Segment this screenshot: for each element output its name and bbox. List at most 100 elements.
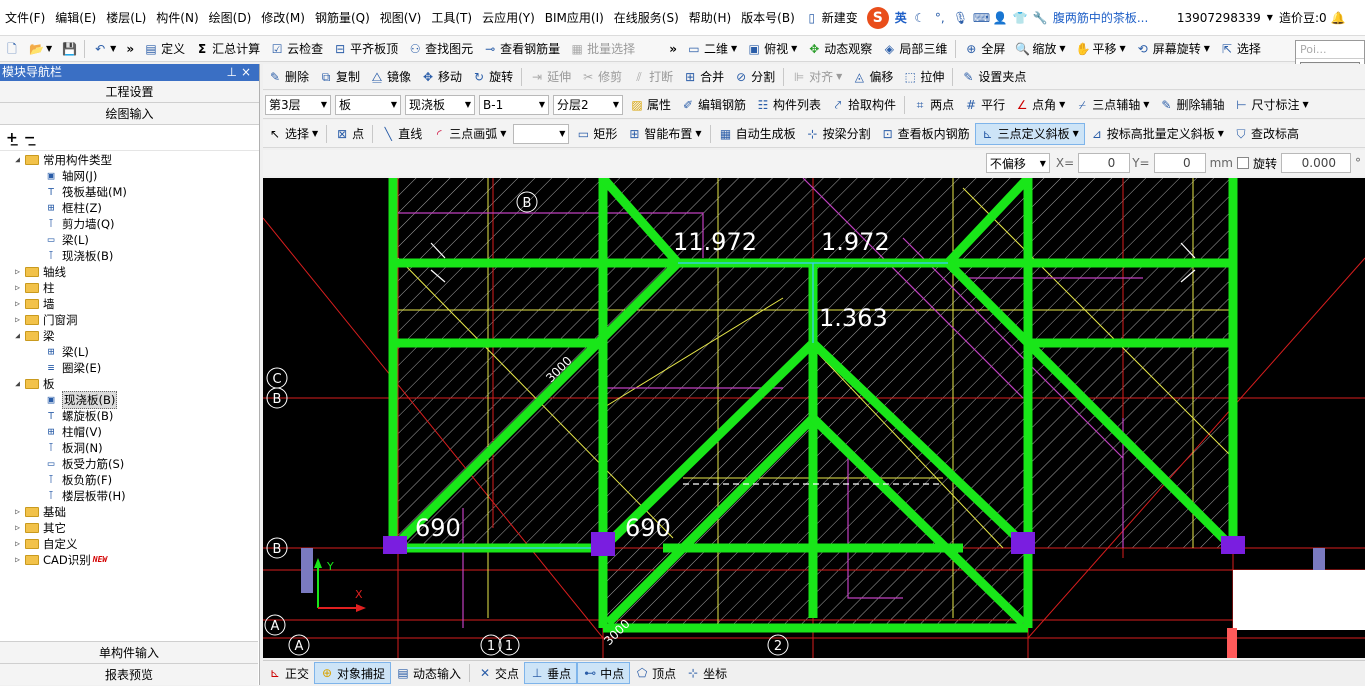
- line-draw-button[interactable]: ╲ 直线: [376, 123, 427, 145]
- ime-lang[interactable]: 英: [895, 9, 907, 26]
- menu-online[interactable]: 在线服务(S): [609, 0, 684, 35]
- edit-elevation-button[interactable]: ⛉ 查改标高: [1229, 123, 1304, 145]
- tree-item[interactable]: ⊤ 筏板基础(M): [44, 184, 127, 200]
- collapsed-arrow-icon[interactable]: ▷: [12, 264, 23, 280]
- view-rebar-qty-button[interactable]: ⊸ 查看钢筋量: [478, 38, 565, 60]
- save-button[interactable]: 💾: [57, 38, 81, 60]
- tree-item[interactable]: ⊺ 楼层板带(H): [44, 488, 126, 504]
- tree-item[interactable]: ⊤ 螺旋板(B): [44, 408, 114, 424]
- dynamic-observe-button[interactable]: ✥ 动态观察: [802, 38, 877, 60]
- vertex-snap[interactable]: ⬠ 顶点: [630, 662, 681, 684]
- shirt-icon[interactable]: 👕: [1013, 11, 1028, 25]
- two-point-axis-button[interactable]: ⌗ 两点: [908, 94, 959, 116]
- menu-edit[interactable]: 编辑(E): [50, 0, 101, 35]
- split-by-beam-button[interactable]: ⊹ 按梁分割: [801, 123, 876, 145]
- mirror-button[interactable]: ⧋ 镜像: [365, 66, 416, 88]
- set-grip-button[interactable]: ✎ 设置夹点: [956, 66, 1031, 88]
- cloud-check-button[interactable]: ☑ 云检查: [265, 38, 328, 60]
- overflow-chevron[interactable]: »: [121, 38, 139, 60]
- align-button[interactable]: ⊫ 对齐 ▼: [787, 66, 847, 88]
- pan-button[interactable]: ✋ 平移 ▼: [1071, 38, 1131, 60]
- fullscreen-button[interactable]: ⊕ 全屏: [959, 38, 1010, 60]
- drawing-canvas[interactable]: 11.972 1.972 1.363 690 690 3000 3000 B C…: [263, 178, 1365, 658]
- punct-icon[interactable]: °,: [933, 11, 947, 25]
- expanded-arrow-icon[interactable]: ◢: [12, 376, 23, 392]
- tree-item[interactable]: ▣ 轴网(J): [44, 168, 98, 184]
- align-slab-top-button[interactable]: ⊟ 平齐板顶: [328, 38, 403, 60]
- rotate-button[interactable]: ↻ 旋转: [467, 66, 518, 88]
- perpendicular-snap[interactable]: ⊥ 垂点: [524, 662, 578, 684]
- popup-input[interactable]: Poi...: [1296, 41, 1364, 59]
- arc-draw-button[interactable]: ◜ 三点画弧 ▼: [427, 123, 511, 145]
- mic-icon[interactable]: 🎙: [953, 11, 968, 25]
- tree-item[interactable]: ⊞ 框柱(Z): [44, 200, 102, 216]
- zoom-button[interactable]: 🔍 缩放 ▼: [1010, 38, 1070, 60]
- new-change-button[interactable]: ▯ 新建变: [800, 7, 863, 29]
- tree-folder[interactable]: ▷ 柱: [12, 280, 54, 296]
- open-file-button[interactable]: 📂 ▼: [24, 38, 57, 60]
- point-draw-button[interactable]: ⊠ 点: [330, 123, 369, 145]
- notice-text[interactable]: 腹两筋中的茶板...: [1053, 9, 1163, 26]
- collapsed-arrow-icon[interactable]: ▷: [12, 312, 23, 328]
- moon-icon[interactable]: ☾: [913, 11, 927, 25]
- batch-slope-button[interactable]: ⊿ 按标高批量定义斜板 ▼: [1085, 123, 1229, 145]
- extend-button[interactable]: ⇥ 延伸: [525, 66, 576, 88]
- tree-item[interactable]: ⊺ 板洞(N): [44, 440, 102, 456]
- expanded-arrow-icon[interactable]: ◢: [12, 328, 23, 344]
- bell-icon[interactable]: 🔔: [1331, 11, 1346, 25]
- collapsed-arrow-icon[interactable]: ▷: [12, 520, 23, 536]
- project-settings-button[interactable]: 工程设置: [0, 81, 259, 103]
- menu-bim[interactable]: BIM应用(I): [540, 0, 609, 35]
- edit-rebar-button[interactable]: ✐ 编辑钢筋: [676, 94, 751, 116]
- collapsed-arrow-icon[interactable]: ▷: [12, 536, 23, 552]
- new-file-button[interactable]: 🗋: [0, 38, 24, 60]
- screen-rotate-button[interactable]: ⟲ 屏幕旋转 ▼: [1131, 38, 1215, 60]
- tree-folder[interactable]: ▷ 其它: [12, 520, 66, 536]
- sogou-icon[interactable]: S: [866, 6, 889, 29]
- tree-item[interactable]: ⊺ 板负筋(F): [44, 472, 112, 488]
- tree-item[interactable]: ▭ 梁(L): [44, 232, 89, 248]
- tree-item[interactable]: ⊞ 梁(L): [44, 344, 89, 360]
- tree-item[interactable]: ⊞ 柱帽(V): [44, 424, 102, 440]
- offset-select[interactable]: 不偏移 ▼: [985, 153, 1050, 173]
- collapsed-arrow-icon[interactable]: ▷: [12, 280, 23, 296]
- find-element-button[interactable]: ⚇ 查找图元: [403, 38, 478, 60]
- smart-layout-button[interactable]: ⊞ 智能布置 ▼: [622, 123, 706, 145]
- floor-select[interactable]: 第3层 ▼: [265, 94, 331, 115]
- define-button[interactable]: ▤ 定义: [139, 38, 190, 60]
- collapsed-arrow-icon[interactable]: ▷: [12, 504, 23, 520]
- properties-button[interactable]: ▨ 属性: [625, 94, 676, 116]
- tree-item[interactable]: ⊺ 剪力墙(Q): [44, 216, 114, 232]
- dynamic-input-toggle[interactable]: ▤ 动态输入: [391, 662, 466, 684]
- menu-component[interactable]: 构件(N): [151, 0, 203, 35]
- split-button[interactable]: ⊘ 分割: [729, 66, 780, 88]
- tree-folder[interactable]: ◢ 板: [12, 376, 54, 392]
- menu-version[interactable]: 版本号(B): [736, 0, 800, 35]
- coordinate-snap[interactable]: ⊹ 坐标: [681, 662, 732, 684]
- tree-folder[interactable]: ▷ 自定义: [12, 536, 77, 552]
- tree-item[interactable]: ▣ 现浇板(B): [44, 391, 118, 409]
- undo-button[interactable]: ↶ ▼: [88, 38, 121, 60]
- menu-tools[interactable]: 工具(T): [426, 0, 477, 35]
- expand-all-icon[interactable]: +̲: [6, 130, 18, 146]
- select-button[interactable]: ⇱ 选择: [1215, 38, 1266, 60]
- tree-folder[interactable]: ▷ 墙: [12, 296, 54, 312]
- offset-button[interactable]: ◬ 偏移: [847, 66, 898, 88]
- break-button[interactable]: ⫽ 打断: [627, 66, 678, 88]
- cad-drawing[interactable]: 11.972 1.972 1.363 690 690 3000 3000 B C…: [263, 178, 1365, 658]
- parallel-axis-button[interactable]: # 平行: [959, 94, 1010, 116]
- delete-button[interactable]: ✎ 删除: [263, 66, 314, 88]
- layer-select[interactable]: 分层2 ▼: [553, 94, 623, 115]
- rotate-input[interactable]: 0.000: [1281, 153, 1351, 173]
- local-3d-button[interactable]: ◈ 局部三维: [877, 38, 952, 60]
- collapse-all-icon[interactable]: −̲: [24, 130, 36, 146]
- summary-calc-button[interactable]: Σ 汇总计算: [190, 38, 265, 60]
- x-input[interactable]: 0: [1078, 153, 1131, 173]
- component-name-select[interactable]: B-1 ▼: [479, 94, 549, 115]
- dimension-button[interactable]: ⊢ 尺寸标注 ▼: [1229, 94, 1313, 116]
- close-icon[interactable]: ×: [241, 65, 255, 79]
- single-component-input-button[interactable]: 单构件输入: [0, 641, 258, 663]
- three-point-axis-button[interactable]: ⌿ 三点辅轴 ▼: [1070, 94, 1154, 116]
- ortho-toggle[interactable]: ⊾ 正交: [263, 662, 314, 684]
- expanded-arrow-icon[interactable]: ◢: [12, 152, 23, 168]
